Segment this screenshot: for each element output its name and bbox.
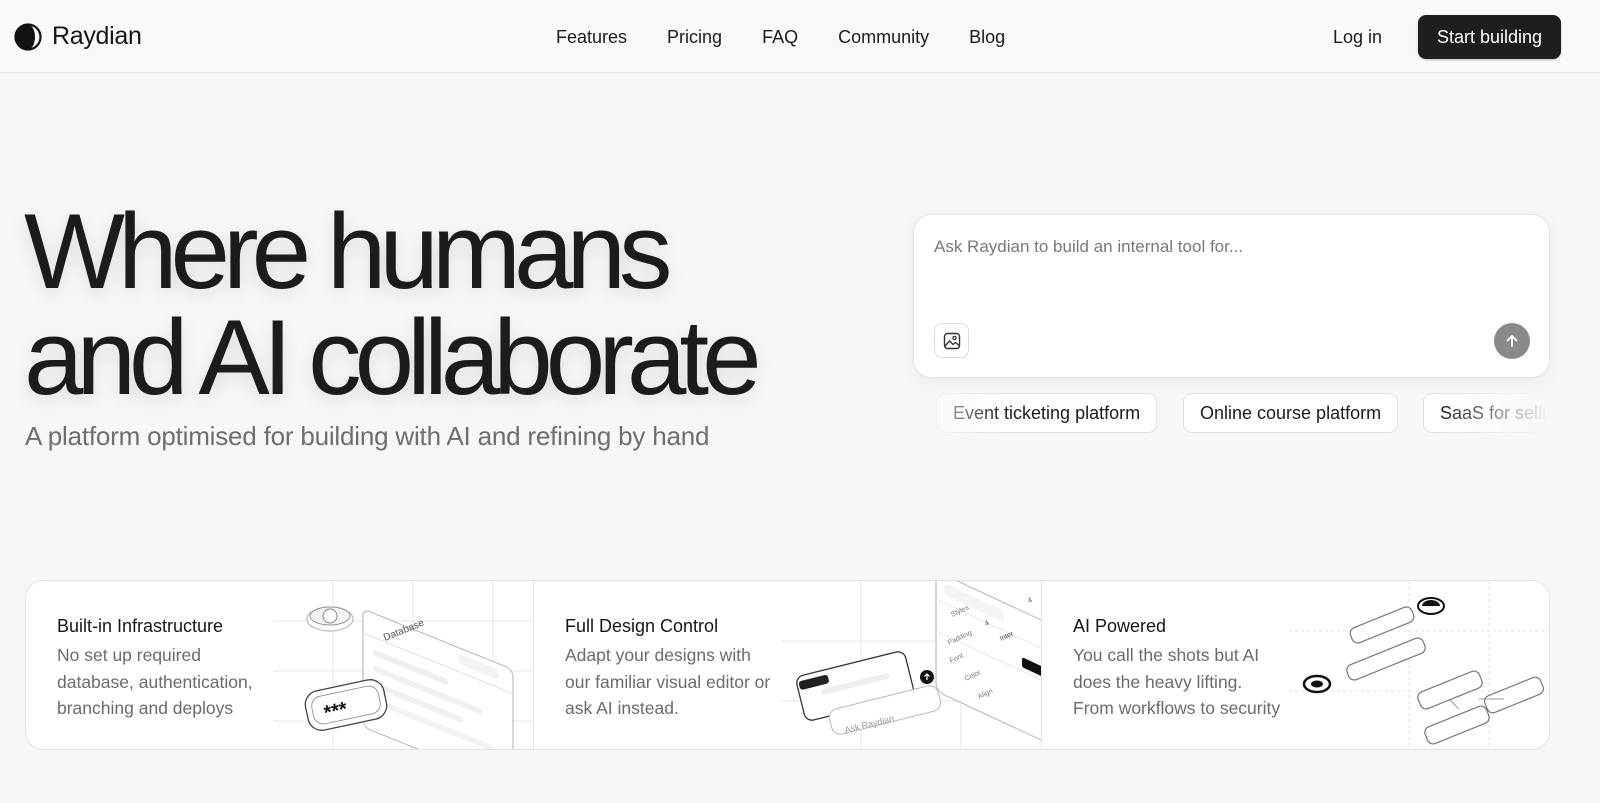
feature-desc-line: No set up required bbox=[57, 645, 201, 665]
feature-cards: Built-in Infrastructure No set up requir… bbox=[25, 580, 1550, 750]
feature-card-text: Built-in Infrastructure No set up requir… bbox=[57, 614, 297, 722]
prompt-input[interactable] bbox=[934, 237, 1524, 257]
feature-description: Adapt your designs with our familiar vis… bbox=[565, 642, 805, 722]
landing-page: Raydian Features Pricing FAQ Community B… bbox=[0, 0, 1600, 803]
feature-title: Built-in Infrastructure bbox=[57, 616, 224, 636]
feature-desc-line: From workflows to security bbox=[1073, 698, 1281, 718]
feature-card-text: AI Powered You call the shots but AI doe… bbox=[1073, 614, 1313, 722]
feature-title: Full Design Control bbox=[565, 616, 719, 636]
hero-title: Where humans and AI collaborate bbox=[24, 198, 824, 411]
feature-title: AI Powered bbox=[1073, 616, 1167, 636]
nav-item-features[interactable]: Features bbox=[556, 25, 627, 49]
feature-card-ai-powered: AI Powered You call the shots but AI doe… bbox=[1042, 581, 1549, 749]
brand-logo[interactable]: Raydian bbox=[14, 22, 142, 51]
send-button[interactable] bbox=[1494, 323, 1530, 359]
nav-item-community[interactable]: Community bbox=[838, 25, 929, 49]
start-building-button[interactable]: Start building bbox=[1418, 15, 1561, 59]
top-nav-bar: Raydian Features Pricing FAQ Community B… bbox=[0, 0, 1600, 73]
feature-desc-line: You call the shots but AI bbox=[1073, 645, 1260, 665]
suggestion-chip-online-course[interactable]: Online course platform bbox=[1183, 393, 1399, 433]
hero-title-line-2: and AI collaborate bbox=[24, 297, 762, 417]
hero-subtitle: A platform optimised for building with A… bbox=[25, 421, 710, 451]
feature-desc-line: branching and deploys bbox=[57, 698, 234, 718]
raydian-logo-icon bbox=[14, 22, 42, 51]
padding-value: 4 bbox=[1027, 597, 1034, 605]
feature-description: You call the shots but AI does the heavy… bbox=[1073, 642, 1313, 722]
suggestion-chips: Event ticketing platform Online course p… bbox=[913, 393, 1550, 435]
brand-name: Raydian bbox=[52, 22, 142, 50]
design-editor-illustration: Styles Padding Font Inter Color Align 4 … bbox=[781, 581, 1041, 749]
workflow-illustration bbox=[1289, 581, 1549, 749]
main-nav: Features Pricing FAQ Community Blog bbox=[556, 25, 1045, 49]
feature-desc-line: database, authentication, bbox=[57, 671, 253, 692]
feature-card-design-control: Full Design Control Adapt your designs w… bbox=[534, 581, 1042, 749]
suggestion-chip-saas[interactable]: SaaS for selli bbox=[1423, 393, 1550, 433]
feature-description: No set up required database, authenticat… bbox=[57, 642, 297, 722]
login-link[interactable]: Log in bbox=[1333, 25, 1382, 49]
nav-item-blog[interactable]: Blog bbox=[969, 25, 1005, 49]
prompt-box bbox=[913, 214, 1550, 378]
database-table-icon bbox=[362, 610, 514, 749]
hero-title-line-1: Where humans bbox=[24, 191, 673, 311]
arrow-up-icon bbox=[1506, 335, 1518, 347]
nav-item-pricing[interactable]: Pricing bbox=[667, 25, 722, 49]
attach-image-button[interactable] bbox=[934, 323, 969, 358]
feature-card-text: Full Design Control Adapt your designs w… bbox=[565, 614, 805, 722]
feature-desc-line: Adapt your designs with bbox=[565, 645, 751, 665]
feature-card-infrastructure: Built-in Infrastructure No set up requir… bbox=[26, 581, 534, 749]
infrastructure-illustration: Database *** bbox=[273, 581, 533, 749]
toggle-pill-icon bbox=[306, 606, 354, 632]
nav-item-faq[interactable]: FAQ bbox=[762, 25, 798, 49]
suggestion-chip-event-ticketing[interactable]: Event ticketing platform bbox=[936, 393, 1158, 433]
feature-desc-line: does the heavy lifting. bbox=[1073, 671, 1243, 692]
image-icon bbox=[943, 332, 960, 349]
workflow-node-icon bbox=[1346, 606, 1544, 745]
feature-desc-line: our familiar visual editor or bbox=[565, 671, 771, 692]
feature-desc-line: ask AI instead. bbox=[565, 698, 679, 718]
